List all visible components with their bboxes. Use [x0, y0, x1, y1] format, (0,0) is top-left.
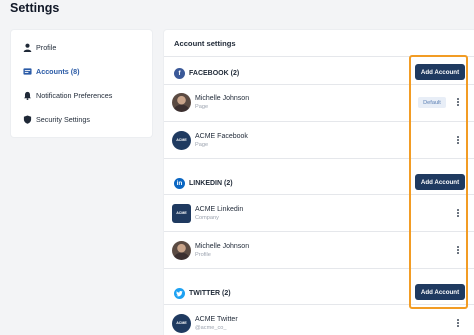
account-row: ACME ACME Facebook Page: [172, 128, 248, 152]
sidebar-item-label: Profile: [36, 42, 57, 52]
accounts-icon: [22, 66, 32, 76]
more-options-icon[interactable]: [455, 317, 461, 329]
divider: [164, 231, 474, 232]
account-settings-panel: Account settings f FACEBOOK (2) Add Acco…: [164, 30, 474, 335]
avatar: [172, 240, 191, 260]
shield-icon: [22, 114, 32, 124]
acme-logo-avatar: ACME: [172, 130, 191, 150]
divider: [164, 84, 474, 85]
section-header-linkedin: in LINKEDIN (2): [174, 176, 233, 190]
account-row: Michelle Johnson Profile: [172, 238, 249, 262]
more-options-icon[interactable]: [455, 96, 461, 108]
account-type: Company: [195, 214, 219, 221]
more-options-icon[interactable]: [455, 244, 461, 256]
divider: [164, 158, 474, 159]
account-row: ACME ACME Twitter @acme_co_: [172, 311, 238, 335]
section-header-twitter: TWITTER (2): [174, 286, 231, 300]
sidebar-item-notifications[interactable]: Notification Preferences: [22, 88, 112, 102]
account-name: Michelle Johnson: [195, 242, 250, 250]
settings-sidebar: Profile Accounts (8) Notification Prefer…: [11, 30, 152, 137]
person-icon: [22, 42, 32, 52]
sidebar-item-label: Notification Preferences: [36, 90, 113, 100]
account-row: Michelle Johnson Page: [172, 90, 249, 114]
divider: [164, 268, 474, 269]
divider: [164, 304, 474, 305]
panel-title: Account settings: [174, 39, 236, 48]
account-type: Page: [195, 103, 209, 110]
account-name: Michelle Johnson: [195, 94, 250, 102]
section-label: TWITTER (2): [189, 289, 231, 297]
section-label: LINKEDIN (2): [189, 179, 233, 187]
sidebar-item-profile[interactable]: Profile: [22, 40, 56, 54]
acme-logo-avatar: ACME: [172, 313, 191, 333]
sidebar-item-label: Security Settings: [36, 114, 90, 124]
sidebar-item-security[interactable]: Security Settings: [22, 112, 90, 126]
acme-logo-avatar: ACME: [172, 203, 191, 223]
sidebar-item-accounts[interactable]: Accounts (8): [22, 64, 80, 78]
divider: [164, 56, 474, 57]
account-handle: @acme_co_: [195, 324, 227, 331]
section-header-facebook: f FACEBOOK (2): [174, 66, 239, 80]
linkedin-icon: in: [174, 177, 185, 189]
account-type: Profile: [195, 251, 211, 258]
sidebar-item-label: Accounts (8): [36, 66, 80, 76]
account-name: ACME Twitter: [195, 315, 238, 323]
avatar: [172, 92, 191, 112]
twitter-icon: [174, 287, 185, 299]
section-label: FACEBOOK (2): [189, 69, 240, 77]
account-row: ACME ACME Linkedin Company: [172, 201, 243, 225]
account-type: Page: [195, 141, 209, 148]
page-title: Settings: [10, 1, 60, 15]
account-name: ACME Facebook: [195, 132, 248, 140]
add-account-button-twitter[interactable]: Add Account: [415, 284, 465, 300]
add-account-button-facebook[interactable]: Add Account: [415, 64, 465, 80]
default-badge: Default: [418, 97, 446, 108]
divider: [164, 121, 474, 122]
facebook-icon: f: [174, 67, 185, 79]
add-account-button-linkedin[interactable]: Add Account: [415, 174, 465, 190]
account-name: ACME Linkedin: [195, 205, 244, 213]
divider: [164, 194, 474, 195]
more-options-icon[interactable]: [455, 207, 461, 219]
bell-icon: [22, 90, 32, 100]
more-options-icon[interactable]: [455, 134, 461, 146]
